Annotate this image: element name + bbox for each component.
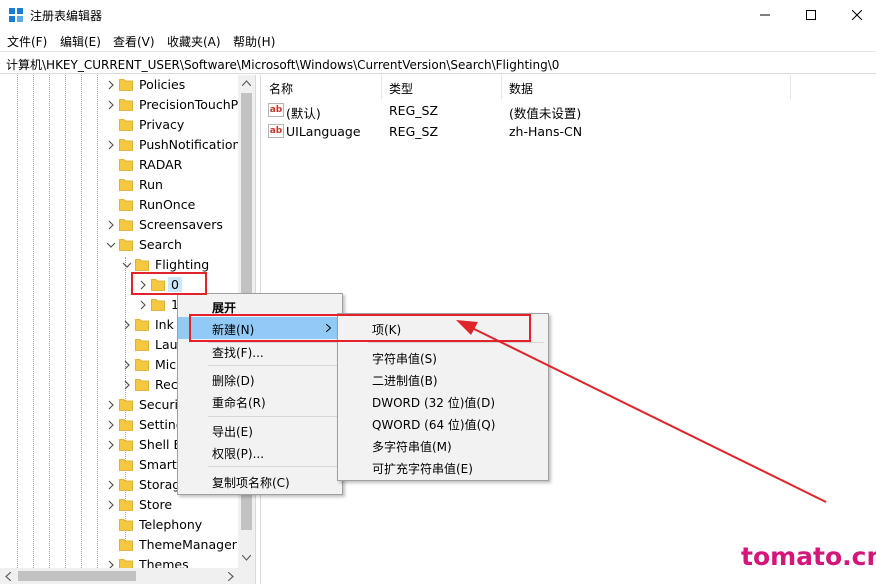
watermark: tomato.cm <box>741 542 876 571</box>
annotation-arrow <box>456 320 827 503</box>
